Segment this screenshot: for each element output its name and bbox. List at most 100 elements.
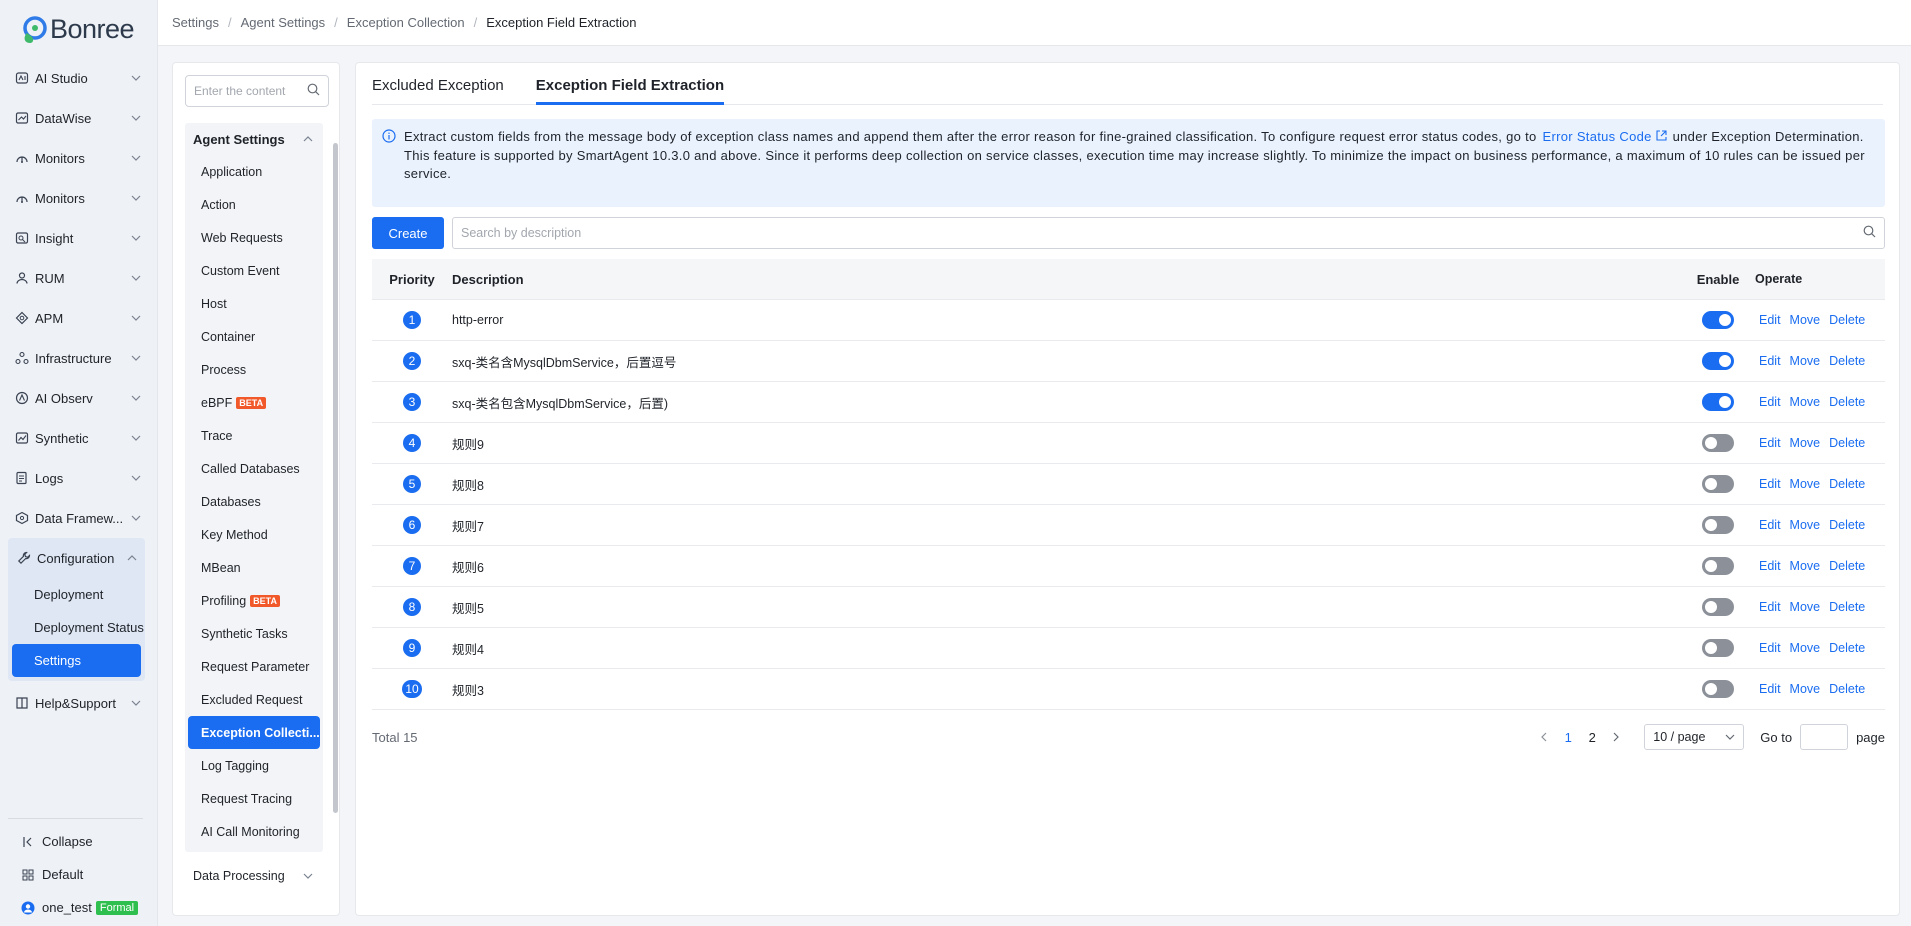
workspace-switcher[interactable]: Default (8, 858, 143, 891)
edit-button[interactable]: Edit (1759, 354, 1781, 368)
panel-group-data-processing[interactable]: Data Processing (185, 858, 323, 894)
tab-exception-field-extraction[interactable]: Exception Field Extraction (535, 77, 725, 105)
panel-item-custom-event[interactable]: Custom Event (185, 254, 323, 287)
panel-item-request-parameter[interactable]: Request Parameter (185, 650, 323, 683)
chevron-down-icon[interactable] (129, 311, 143, 325)
chevron-down-icon[interactable] (129, 391, 143, 405)
panel-item-ebpf[interactable]: eBPF BETA (185, 386, 323, 419)
enable-toggle[interactable] (1702, 311, 1734, 329)
edit-button[interactable]: Edit (1759, 600, 1781, 614)
next-page-icon[interactable] (1604, 732, 1628, 742)
nav-sub-deployment[interactable]: Deployment (8, 578, 145, 611)
nav-sub-deployment-status[interactable]: Deployment Status (8, 611, 145, 644)
nav-item-help-support[interactable]: Help&Support (0, 683, 157, 723)
panel-item-host[interactable]: Host (185, 287, 323, 320)
enable-toggle[interactable] (1702, 557, 1734, 575)
nav-item-ai-studio[interactable]: AI Studio (0, 58, 157, 98)
edit-button[interactable]: Edit (1759, 477, 1781, 491)
enable-toggle[interactable] (1702, 475, 1734, 493)
error-status-code-link[interactable]: Error Status Code (1543, 129, 1667, 144)
search-icon[interactable] (1863, 225, 1876, 241)
move-button[interactable]: Move (1790, 641, 1821, 655)
chevron-down-icon[interactable] (129, 471, 143, 485)
user-profile[interactable]: one_test Formal (8, 891, 143, 924)
edit-button[interactable]: Edit (1759, 436, 1781, 450)
panel-item-action[interactable]: Action (185, 188, 323, 221)
nav-item-datawise[interactable]: DataWise (0, 98, 157, 138)
move-button[interactable]: Move (1790, 436, 1821, 450)
panel-item-application[interactable]: Application (185, 155, 323, 188)
panel-item-log-tagging[interactable]: Log Tagging (185, 749, 323, 782)
nav-item-apm[interactable]: APM (0, 298, 157, 338)
nav-item-monitors[interactable]: Monitors (0, 178, 157, 218)
panel-item-process[interactable]: Process (185, 353, 323, 386)
panel-item-exception-collecti[interactable]: Exception Collecti... (188, 716, 320, 749)
chevron-down-icon[interactable] (129, 231, 143, 245)
panel-group-header[interactable]: Agent Settings (185, 123, 323, 155)
panel-item-container[interactable]: Container (185, 320, 323, 353)
breadcrumb-item-settings[interactable]: Settings (172, 15, 219, 30)
breadcrumb-item-agent-settings[interactable]: Agent Settings (241, 15, 326, 30)
delete-button[interactable]: Delete (1829, 477, 1865, 491)
delete-button[interactable]: Delete (1829, 395, 1865, 409)
delete-button[interactable]: Delete (1829, 518, 1865, 532)
move-button[interactable]: Move (1790, 477, 1821, 491)
panel-item-called-databases[interactable]: Called Databases (185, 452, 323, 485)
tab-excluded-exception[interactable]: Excluded Exception (372, 77, 504, 104)
enable-toggle[interactable] (1702, 516, 1734, 534)
nav-item-monitors[interactable]: Monitors (0, 138, 157, 178)
move-button[interactable]: Move (1790, 313, 1821, 327)
delete-button[interactable]: Delete (1829, 682, 1865, 696)
enable-toggle[interactable] (1702, 393, 1734, 411)
enable-toggle[interactable] (1702, 639, 1734, 657)
breadcrumb-item-exception-collection[interactable]: Exception Collection (347, 15, 465, 30)
chevron-down-icon[interactable] (129, 191, 143, 205)
delete-button[interactable]: Delete (1829, 600, 1865, 614)
enable-toggle[interactable] (1702, 352, 1734, 370)
nav-item-synthetic[interactable]: Synthetic (0, 418, 157, 458)
nav-item-data-framework[interactable]: Data Framew... (0, 498, 157, 538)
edit-button[interactable]: Edit (1759, 395, 1781, 409)
panel-item-request-tracing[interactable]: Request Tracing (185, 782, 323, 815)
move-button[interactable]: Move (1790, 682, 1821, 696)
edit-button[interactable]: Edit (1759, 518, 1781, 532)
delete-button[interactable]: Delete (1829, 354, 1865, 368)
panel-item-key-method[interactable]: Key Method (185, 518, 323, 551)
page-size-select[interactable]: 10 / page (1644, 724, 1745, 750)
edit-button[interactable]: Edit (1759, 682, 1781, 696)
goto-page-input[interactable] (1800, 724, 1849, 750)
edit-button[interactable]: Edit (1759, 313, 1781, 327)
chevron-down-icon[interactable] (129, 511, 143, 525)
panel-scrollbar[interactable] (333, 143, 338, 813)
brand-logo[interactable]: Bonree (0, 0, 157, 58)
create-button[interactable]: Create (372, 217, 444, 249)
nav-item-ai-observ[interactable]: AI Observ (0, 378, 157, 418)
panel-item-databases[interactable]: Databases (185, 485, 323, 518)
panel-item-web-requests[interactable]: Web Requests (185, 221, 323, 254)
edit-button[interactable]: Edit (1759, 559, 1781, 573)
panel-item-trace[interactable]: Trace (185, 419, 323, 452)
prev-page-icon[interactable] (1532, 732, 1556, 742)
description-search-input[interactable] (461, 226, 1863, 240)
chevron-down-icon[interactable] (129, 696, 143, 710)
search-icon[interactable] (307, 83, 320, 99)
panel-item-synthetic-tasks[interactable]: Synthetic Tasks (185, 617, 323, 650)
move-button[interactable]: Move (1790, 354, 1821, 368)
panel-item-mbean[interactable]: MBean (185, 551, 323, 584)
nav-item-logs[interactable]: Logs (0, 458, 157, 498)
chevron-down-icon[interactable] (129, 151, 143, 165)
enable-toggle[interactable] (1702, 434, 1734, 452)
delete-button[interactable]: Delete (1829, 641, 1865, 655)
panel-item-profiling[interactable]: Profiling BETA (185, 584, 323, 617)
nav-sub-settings[interactable]: Settings (12, 644, 141, 677)
page-2[interactable]: 2 (1580, 730, 1604, 745)
chevron-down-icon[interactable] (129, 111, 143, 125)
chevron-down-icon[interactable] (129, 351, 143, 365)
chevron-down-icon[interactable] (129, 71, 143, 85)
nav-item-configuration[interactable]: Configuration (8, 538, 145, 578)
collapse-button[interactable]: Collapse (8, 825, 143, 858)
panel-item-excluded-request[interactable]: Excluded Request (185, 683, 323, 716)
enable-toggle[interactable] (1702, 680, 1734, 698)
delete-button[interactable]: Delete (1829, 559, 1865, 573)
edit-button[interactable]: Edit (1759, 641, 1781, 655)
